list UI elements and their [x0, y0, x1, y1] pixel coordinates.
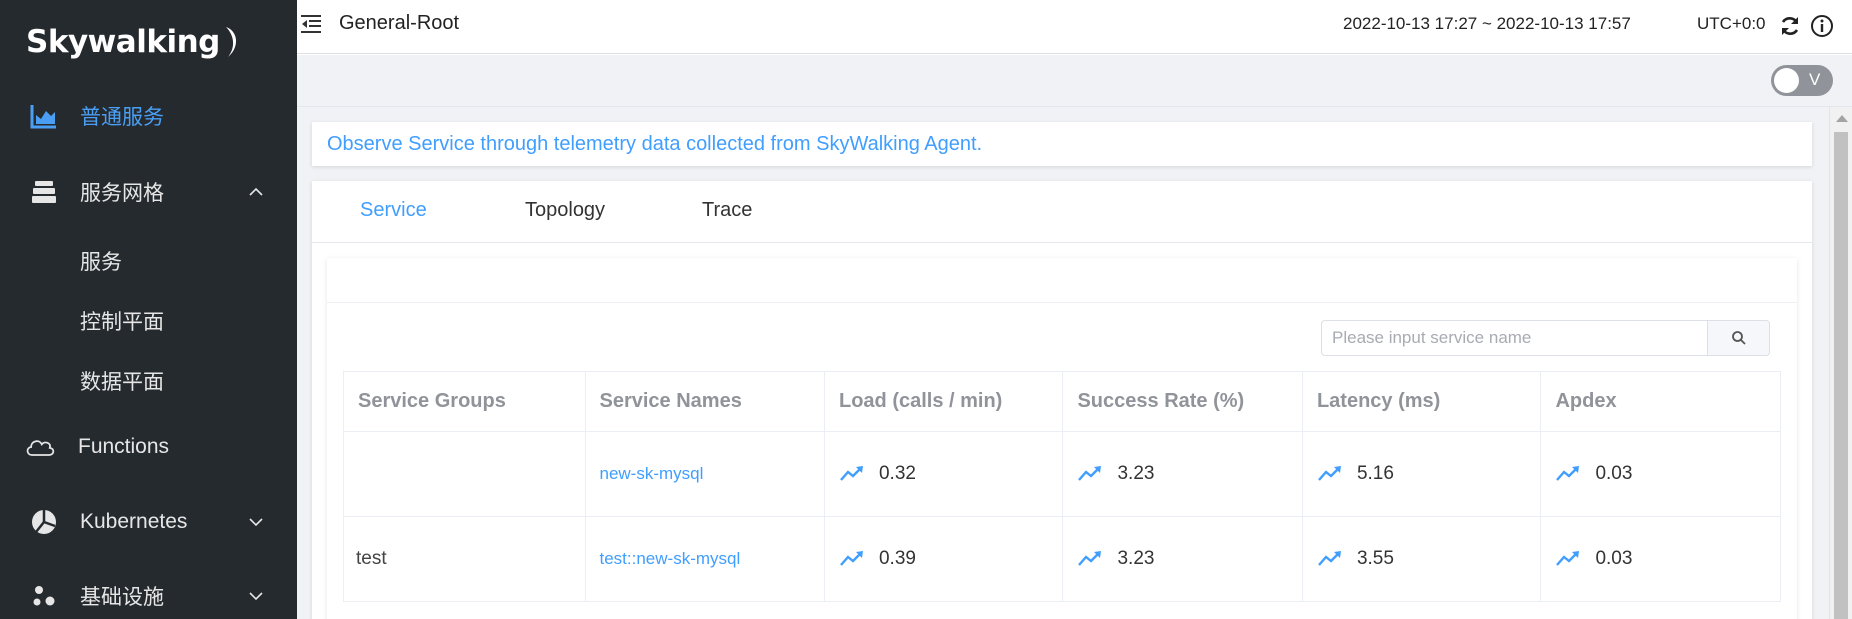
- reload-icon[interactable]: [1778, 14, 1802, 38]
- search-button[interactable]: [1707, 321, 1769, 355]
- cell-service-name: new-sk-mysql: [584, 431, 825, 517]
- metric-value: 3.23: [1117, 463, 1155, 484]
- metric-value: 5.16: [1356, 463, 1394, 484]
- sidebar-item-infrastructure[interactable]: 基础设施: [0, 576, 297, 616]
- sidebar-item-label: Functions: [78, 435, 170, 458]
- column-header-latency: Latency (ms): [1301, 371, 1542, 432]
- chevron-down-icon: [249, 518, 263, 527]
- banner-text: Observe Service through telemetry data c…: [327, 133, 983, 155]
- widget-header: [327, 258, 1797, 303]
- table-row: new-sk-mysql 0.32 3.23 5.16 0.03: [343, 431, 1781, 517]
- service-name-link[interactable]: test::new-sk-mysql: [600, 549, 741, 568]
- sidebar-subitem-data-plane[interactable]: 数据平面: [80, 366, 164, 396]
- trend-line-icon[interactable]: [839, 465, 865, 483]
- description-banner: Observe Service through telemetry data c…: [312, 122, 1812, 166]
- trend-line-icon[interactable]: [839, 550, 865, 568]
- column-header-service-names: Service Names: [584, 371, 825, 432]
- vertical-scrollbar[interactable]: [1829, 107, 1852, 619]
- timezone-label: UTC+0:0: [1697, 14, 1766, 33]
- metric-value: 0.32: [878, 463, 916, 484]
- logo-text: Skywalking: [26, 24, 220, 60]
- trend-line-icon[interactable]: [1077, 465, 1103, 483]
- toggle-label: V: [1809, 70, 1821, 89]
- search-box: [1321, 320, 1770, 356]
- chevron-up-icon: [249, 187, 263, 196]
- top-header: General-Root 2022-10-13 17:27 ~ 2022-10-…: [297, 0, 1852, 54]
- menu-fold-icon[interactable]: [299, 12, 323, 36]
- info-icon[interactable]: [1810, 14, 1834, 38]
- metric-value: 3.23: [1117, 548, 1155, 569]
- service-list-widget: Service Groups Service Names Load (calls…: [327, 258, 1797, 619]
- scroll-thumb[interactable]: [1834, 132, 1848, 619]
- tab-trace[interactable]: Trace: [702, 199, 752, 222]
- main-content: Observe Service through telemetry data c…: [297, 107, 1829, 619]
- sidebar-item-label: 普通服务: [80, 106, 164, 129]
- dots-icon: [28, 580, 60, 612]
- cell-apdex: 0.03: [1540, 516, 1781, 602]
- pie-icon: [28, 506, 60, 538]
- cell-service-name: test::new-sk-mysql: [584, 516, 825, 602]
- cell-load: 0.39: [823, 516, 1064, 602]
- trend-line-icon[interactable]: [1317, 465, 1343, 483]
- chevron-down-icon: [249, 592, 263, 601]
- bar-chart-icon: [28, 100, 60, 132]
- toggle-knob: [1774, 68, 1799, 93]
- view-mode-toggle[interactable]: V: [1771, 65, 1833, 96]
- logo-swoosh-icon: [225, 27, 236, 57]
- table-row: test test::new-sk-mysql 0.39 3.23 3.55 0…: [343, 516, 1781, 602]
- toolbar: V: [297, 55, 1852, 107]
- sidebar-item-label: Kubernetes: [80, 510, 188, 533]
- sidebar-item-label: 服务网格: [80, 182, 164, 205]
- sidebar-item-service-mesh[interactable]: 服务网格: [0, 172, 297, 212]
- service-name-link[interactable]: new-sk-mysql: [600, 464, 704, 483]
- tabs-panel: Service Topology Trace Please input serv…: [312, 181, 1812, 619]
- cell-service-group: [343, 431, 586, 517]
- cloud-icon: [24, 431, 56, 463]
- scroll-up-arrow-icon[interactable]: [1836, 115, 1848, 122]
- cell-success-rate: 3.23: [1062, 431, 1303, 517]
- cell-apdex: 0.03: [1540, 431, 1781, 517]
- sidebar-item-kubernetes[interactable]: Kubernetes: [0, 502, 297, 542]
- column-header-apdex: Apdex: [1540, 371, 1781, 432]
- sidebar-subitem-control-plane[interactable]: 控制平面: [80, 306, 164, 336]
- column-header-success-rate: Success Rate (%): [1062, 371, 1303, 432]
- sidebar-item-general-service[interactable]: 普通服务: [0, 96, 297, 136]
- tab-service[interactable]: Service: [360, 199, 427, 222]
- trend-line-icon[interactable]: [1555, 550, 1581, 568]
- tab-topology[interactable]: Topology: [525, 199, 605, 222]
- table-header-row: Service Groups Service Names Load (calls…: [343, 371, 1781, 432]
- sidebar-item-functions[interactable]: Functions: [0, 427, 297, 467]
- cell-latency: 3.55: [1301, 516, 1542, 602]
- cell-latency: 5.16: [1301, 431, 1542, 517]
- service-table: Service Groups Service Names Load (calls…: [343, 371, 1781, 602]
- layers-icon: [28, 176, 60, 208]
- sidebar-subitem-service[interactable]: 服务: [80, 246, 122, 276]
- sidebar-item-label: 基础设施: [80, 586, 164, 609]
- search-icon: [1731, 331, 1746, 345]
- metric-value: 0.03: [1595, 548, 1633, 569]
- tab-bar: Service Topology Trace: [312, 181, 1812, 243]
- metric-value: 3.55: [1356, 548, 1394, 569]
- trend-line-icon[interactable]: [1555, 465, 1581, 483]
- sidebar: Skywalking 普通服务 服务网格 服务 控制平面 数据平面 Functi…: [0, 0, 297, 619]
- cell-service-group: test: [343, 516, 586, 602]
- logo: Skywalking: [26, 20, 242, 64]
- trend-line-icon[interactable]: [1077, 550, 1103, 568]
- metric-value: 0.03: [1595, 463, 1633, 484]
- column-header-service-groups: Service Groups: [343, 371, 586, 432]
- metric-value: 0.39: [878, 548, 916, 569]
- trend-line-icon[interactable]: [1317, 550, 1343, 568]
- cell-load: 0.32: [823, 431, 1064, 517]
- cell-success-rate: 3.23: [1062, 516, 1303, 602]
- search-input[interactable]: [1322, 321, 1707, 355]
- column-header-load: Load (calls / min): [823, 371, 1064, 432]
- page-title: General-Root: [339, 12, 460, 34]
- time-range-picker[interactable]: 2022-10-13 17:27 ~ 2022-10-13 17:57: [1343, 14, 1631, 34]
